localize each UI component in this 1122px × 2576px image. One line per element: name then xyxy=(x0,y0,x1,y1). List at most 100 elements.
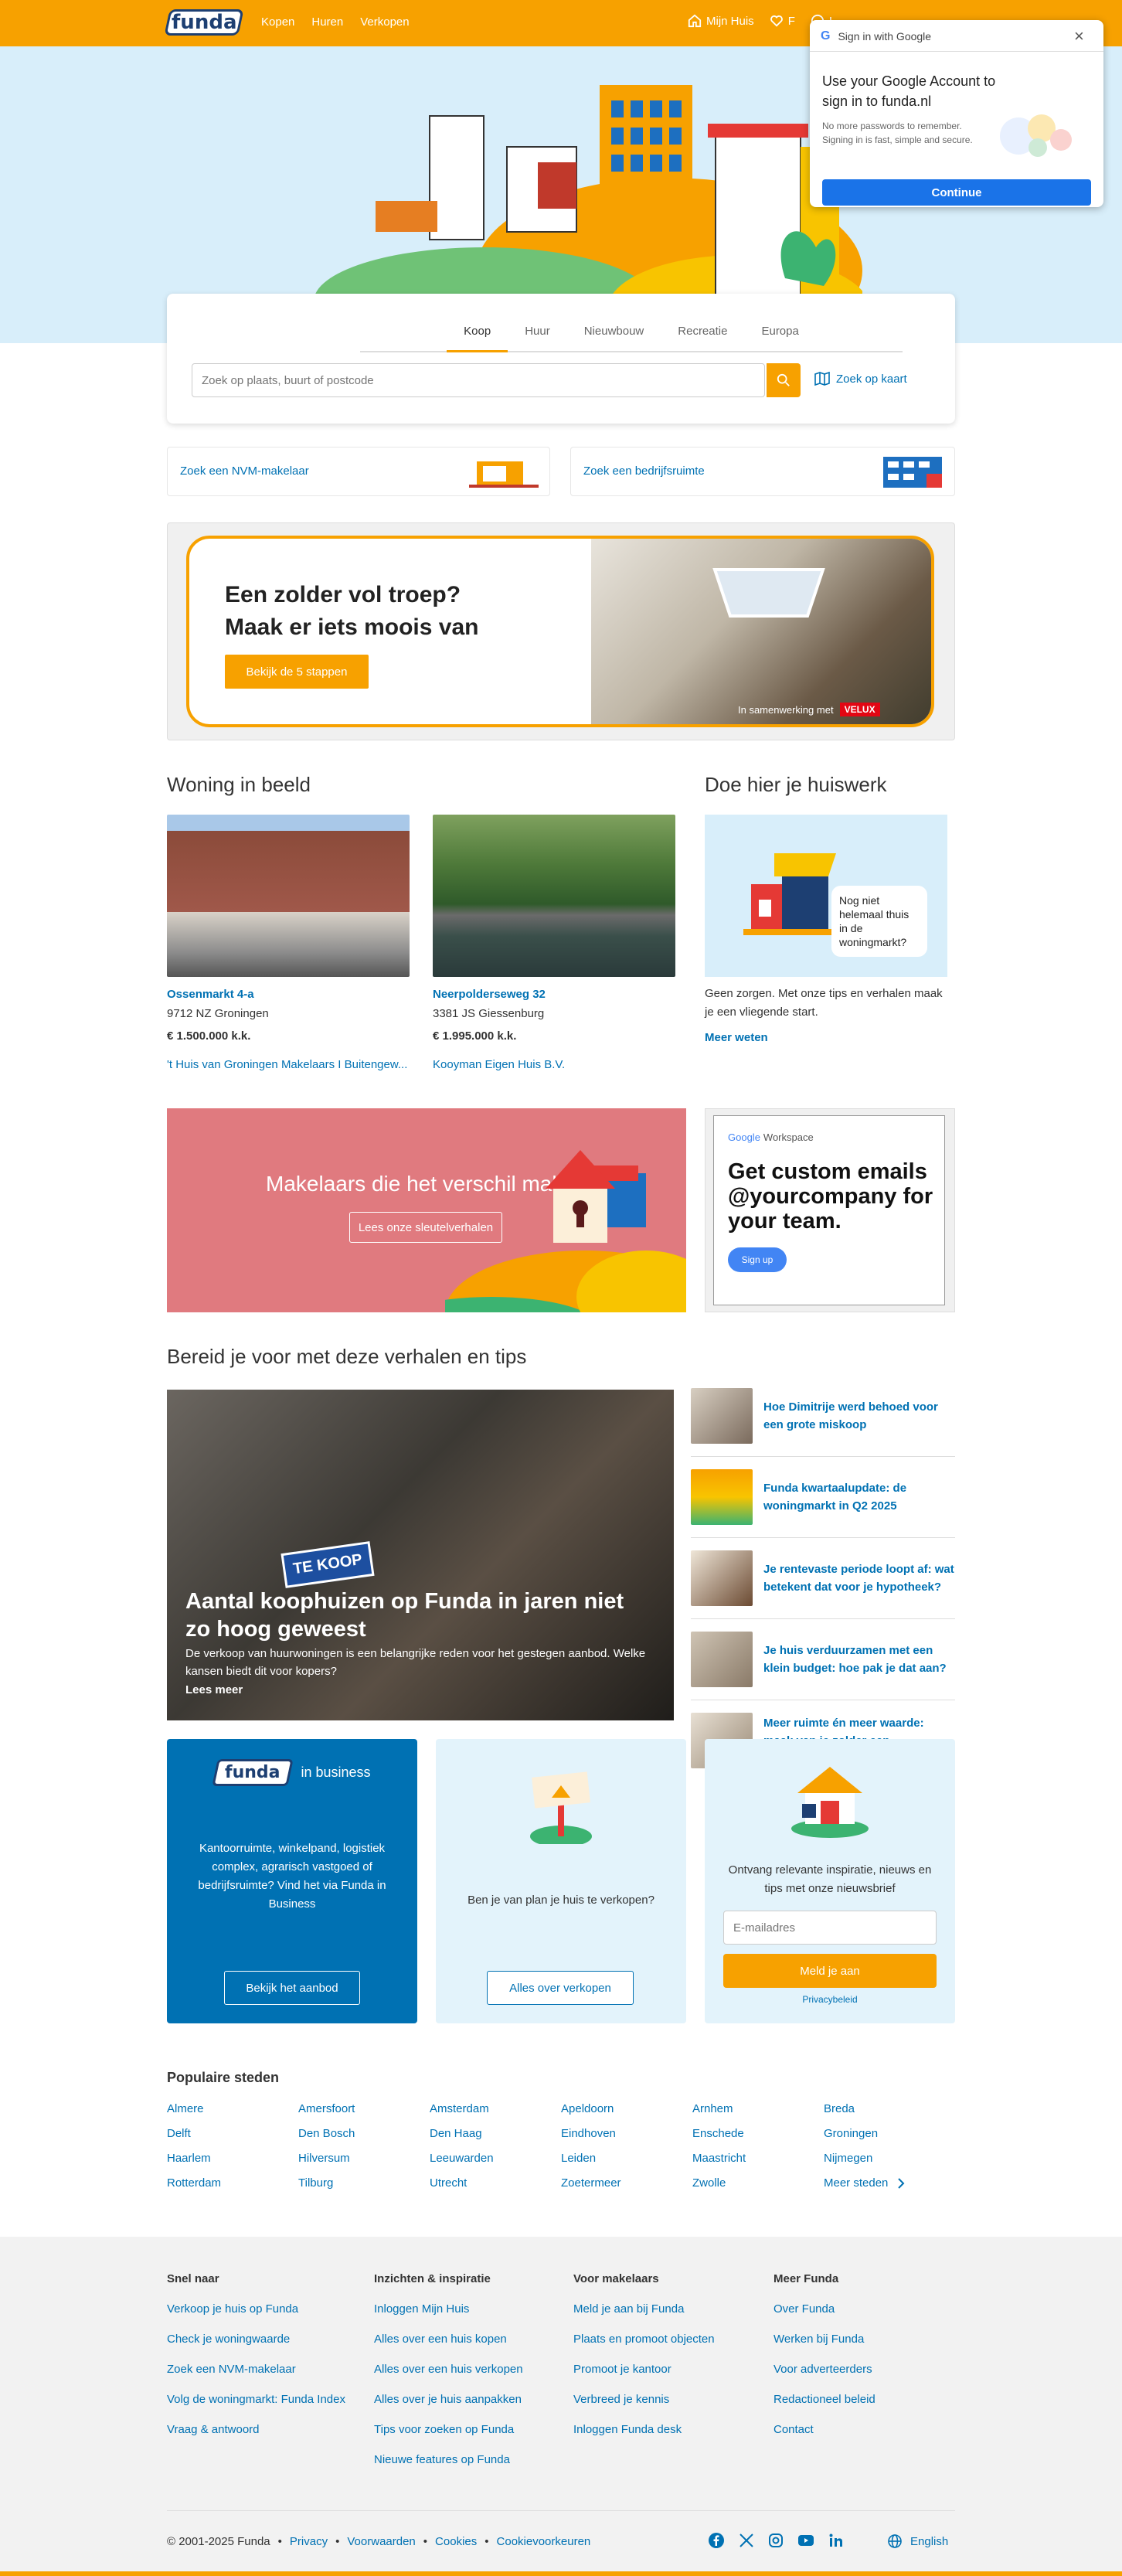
listing-price-2: € 1.995.000 k.k. xyxy=(433,1029,517,1043)
footer-link[interactable]: Meld je aan bij Funda xyxy=(573,2302,715,2316)
advertisement-google-workspace[interactable]: Google Workspace Get custom emails @your… xyxy=(705,1108,955,1312)
footer-link[interactable]: Alles over je huis aanpakken xyxy=(374,2393,523,2406)
footer-link[interactable]: Verkoop je huis op Funda xyxy=(167,2302,345,2316)
tab-recreatie[interactable]: Recreatie xyxy=(661,317,744,352)
footer-link[interactable]: Zoek een NVM-makelaar xyxy=(167,2363,345,2376)
business-button[interactable]: Bekijk het aanbod xyxy=(224,1971,360,2005)
nav-huren[interactable]: Huren xyxy=(311,15,343,29)
city-link[interactable]: Tilburg xyxy=(298,2176,430,2190)
city-link[interactable]: Maastricht xyxy=(692,2152,824,2166)
city-link[interactable]: Leeuwarden xyxy=(430,2152,561,2166)
city-link[interactable]: Groningen xyxy=(824,2127,955,2141)
nav-kopen[interactable]: Kopen xyxy=(261,15,294,29)
close-icon[interactable]: × xyxy=(1074,26,1084,46)
facebook-icon[interactable] xyxy=(708,2532,725,2549)
search-button[interactable] xyxy=(767,363,801,397)
email-field[interactable] xyxy=(723,1911,937,1945)
listing-card-1[interactable]: Ossenmarkt 4-a 9712 NZ Groningen € 1.500… xyxy=(167,815,410,1071)
privacy-footer-link[interactable]: Privacy xyxy=(290,2535,328,2548)
footer-link[interactable]: Check je woningwaarde xyxy=(167,2333,345,2346)
huiswerk-link[interactable]: Meer weten xyxy=(705,1031,768,1044)
city-link[interactable]: Leiden xyxy=(561,2152,692,2166)
story-item[interactable]: Je rentevaste periode loopt af: wat bete… xyxy=(691,1550,955,1606)
footer-link[interactable]: Alles over een huis verkopen xyxy=(374,2363,523,2376)
ad-cta-button[interactable]: Bekijk de 5 stappen xyxy=(225,655,369,689)
story-item[interactable]: Hoe Dimitrije werd behoed voor een grote… xyxy=(691,1388,955,1444)
footer-link[interactable]: Alles over een huis kopen xyxy=(374,2333,523,2346)
google-signin-popup: G Sign in with Google × Use your Google … xyxy=(810,20,1103,207)
privacy-link[interactable]: Privacybeleid xyxy=(705,1994,955,2005)
more-cities-link[interactable]: Meer steden xyxy=(824,2176,955,2190)
language-switcher[interactable]: English xyxy=(887,2533,948,2549)
city-link[interactable]: Enschede xyxy=(692,2127,824,2141)
city-link[interactable]: Utrecht xyxy=(430,2176,561,2190)
advertisement-velux: Een zolder vol troep? Maak er iets moois… xyxy=(167,522,955,740)
city-link[interactable]: Nijmegen xyxy=(824,2152,955,2166)
footer-link[interactable]: Volg de woningmarkt: Funda Index xyxy=(167,2393,345,2406)
newsletter-submit-button[interactable]: Meld je aan xyxy=(723,1954,937,1988)
listing-agent-1[interactable]: 't Huis van Groningen Makelaars I Buiten… xyxy=(167,1058,410,1071)
city-link[interactable]: Haarlem xyxy=(167,2152,298,2166)
city-link[interactable]: Zwolle xyxy=(692,2176,824,2190)
bedrijfsruimte-link[interactable]: Zoek een bedrijfsruimte xyxy=(570,447,955,496)
tab-europa[interactable]: Europa xyxy=(744,317,815,352)
footer-link[interactable]: Werken bij Funda xyxy=(774,2333,876,2346)
city-link[interactable]: Amersfoort xyxy=(298,2102,430,2116)
city-link[interactable]: Rotterdam xyxy=(167,2176,298,2190)
mijn-huis-link[interactable]: Mijn Huis xyxy=(688,14,754,28)
favorites-link[interactable]: F xyxy=(770,14,795,28)
main-story-link[interactable]: Lees meer xyxy=(185,1683,243,1696)
voorwaarden-link[interactable]: Voorwaarden xyxy=(347,2535,415,2548)
city-link[interactable]: Almere xyxy=(167,2102,298,2116)
x-twitter-icon[interactable] xyxy=(739,2533,754,2548)
footer-link[interactable]: Contact xyxy=(774,2423,876,2436)
city-link[interactable]: Breda xyxy=(824,2102,955,2116)
footer-link[interactable]: Inloggen Mijn Huis xyxy=(374,2302,523,2316)
nav-verkopen[interactable]: Verkopen xyxy=(360,15,409,29)
tab-koop[interactable]: Koop xyxy=(447,317,508,352)
workspace-signup-button[interactable]: Sign up xyxy=(728,1247,787,1272)
footer-link[interactable]: Redactioneel beleid xyxy=(774,2393,876,2406)
ad-velux-content[interactable]: Een zolder vol troep? Maak er iets moois… xyxy=(186,536,934,727)
footer-link[interactable]: Nieuwe features op Funda xyxy=(374,2453,523,2466)
ad-headline-1: Een zolder vol troep? xyxy=(225,582,461,607)
divider xyxy=(691,1618,955,1619)
listing-card-2[interactable]: Neerpolderseweg 32 3381 JS Giessenburg €… xyxy=(433,815,675,1071)
footer-link[interactable]: Tips voor zoeken op Funda xyxy=(374,2423,523,2436)
cookies-link[interactable]: Cookies xyxy=(435,2535,477,2548)
story-item[interactable]: Je huis verduurzamen met een klein budge… xyxy=(691,1632,955,1687)
footer-link[interactable]: Inloggen Funda desk xyxy=(573,2423,715,2436)
city-link[interactable]: Delft xyxy=(167,2127,298,2141)
city-link[interactable]: Apeldoorn xyxy=(561,2102,692,2116)
footer-link[interactable]: Verbreed je kennis xyxy=(573,2393,715,2406)
footer-link[interactable]: Voor adverteerders xyxy=(774,2363,876,2376)
tab-huur[interactable]: Huur xyxy=(508,317,567,352)
city-link[interactable]: Amsterdam xyxy=(430,2102,561,2116)
city-link[interactable]: Den Haag xyxy=(430,2127,561,2141)
instagram-icon[interactable] xyxy=(768,2533,784,2548)
makelaars-banner[interactable]: Makelaars die het verschil maken Lees on… xyxy=(167,1108,686,1312)
city-link[interactable]: Hilversum xyxy=(298,2152,430,2166)
tab-nieuwbouw[interactable]: Nieuwbouw xyxy=(567,317,661,352)
search-input[interactable] xyxy=(192,363,765,397)
city-link[interactable]: Den Bosch xyxy=(298,2127,430,2141)
cookievoorkeuren-link[interactable]: Cookievoorkeuren xyxy=(497,2535,591,2548)
listing-agent-2[interactable]: Kooyman Eigen Huis B.V. xyxy=(433,1058,675,1071)
footer-link[interactable]: Promoot je kantoor xyxy=(573,2363,715,2376)
nvm-makelaar-link[interactable]: Zoek een NVM-makelaar xyxy=(167,447,550,496)
city-link[interactable]: Eindhoven xyxy=(561,2127,692,2141)
linkedin-icon[interactable] xyxy=(828,2533,844,2548)
main-story-card[interactable]: TE KOOP Aantal koophuizen op Funda in ja… xyxy=(167,1390,674,1720)
city-link[interactable]: Zoetermeer xyxy=(561,2176,692,2190)
story-item[interactable]: Funda kwartaalupdate: de woningmarkt in … xyxy=(691,1469,955,1525)
youtube-icon[interactable] xyxy=(797,2533,814,2547)
footer-link[interactable]: Over Funda xyxy=(774,2302,876,2316)
footer-link[interactable]: Plaats en promoot objecten xyxy=(573,2333,715,2346)
verkopen-button[interactable]: Alles over verkopen xyxy=(487,1971,634,2005)
footer-link[interactable]: Vraag & antwoord xyxy=(167,2423,345,2436)
story-thumb-1 xyxy=(691,1388,753,1444)
funda-logo[interactable]: funda xyxy=(164,9,244,36)
map-search-link[interactable]: Zoek op kaart xyxy=(814,372,907,386)
city-link[interactable]: Arnhem xyxy=(692,2102,824,2116)
google-continue-button[interactable]: Continue xyxy=(822,179,1091,206)
